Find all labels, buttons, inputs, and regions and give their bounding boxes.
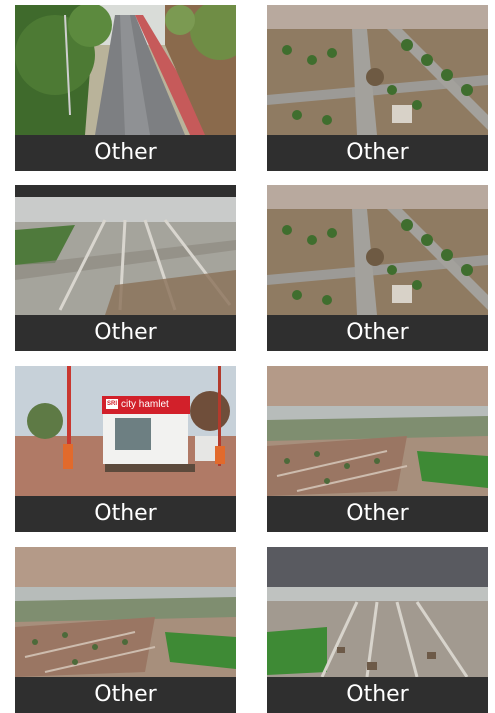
thumbnail-image[interactable] <box>267 185 488 315</box>
gallery-card[interactable]: Other <box>267 547 488 713</box>
sign-logo: SRI <box>106 399 119 410</box>
thumbnail-image[interactable] <box>267 547 488 677</box>
image-caption: Other <box>267 677 488 713</box>
thumbnail-image[interactable] <box>15 185 236 315</box>
image-caption: Other <box>15 315 236 351</box>
image-caption: Other <box>267 135 488 171</box>
gallery-card[interactable]: Other <box>15 185 236 351</box>
thumbnail-image[interactable] <box>267 5 488 135</box>
image-caption: Other <box>15 496 236 532</box>
image-caption: Other <box>267 496 488 532</box>
gallery-card[interactable]: SRI city hamlet Other <box>15 366 236 532</box>
sign-text: city hamlet <box>121 399 169 410</box>
thumbnail-image[interactable] <box>15 547 236 677</box>
gallery-card[interactable]: Other <box>267 185 488 351</box>
thumbnail-image[interactable]: SRI city hamlet <box>15 366 236 496</box>
gallery-card[interactable]: Other <box>15 547 236 713</box>
image-gallery: Other Other Other Other SRI city hamlet … <box>0 0 495 713</box>
image-caption: Other <box>267 315 488 351</box>
cabin-sign: SRI city hamlet <box>102 396 190 414</box>
thumbnail-image[interactable] <box>15 5 236 135</box>
gallery-card[interactable]: Other <box>15 5 236 171</box>
thumbnail-image[interactable] <box>267 366 488 496</box>
image-caption: Other <box>15 135 236 171</box>
image-caption: Other <box>15 677 236 713</box>
gallery-card[interactable]: Other <box>267 366 488 532</box>
gallery-card[interactable]: Other <box>267 5 488 171</box>
